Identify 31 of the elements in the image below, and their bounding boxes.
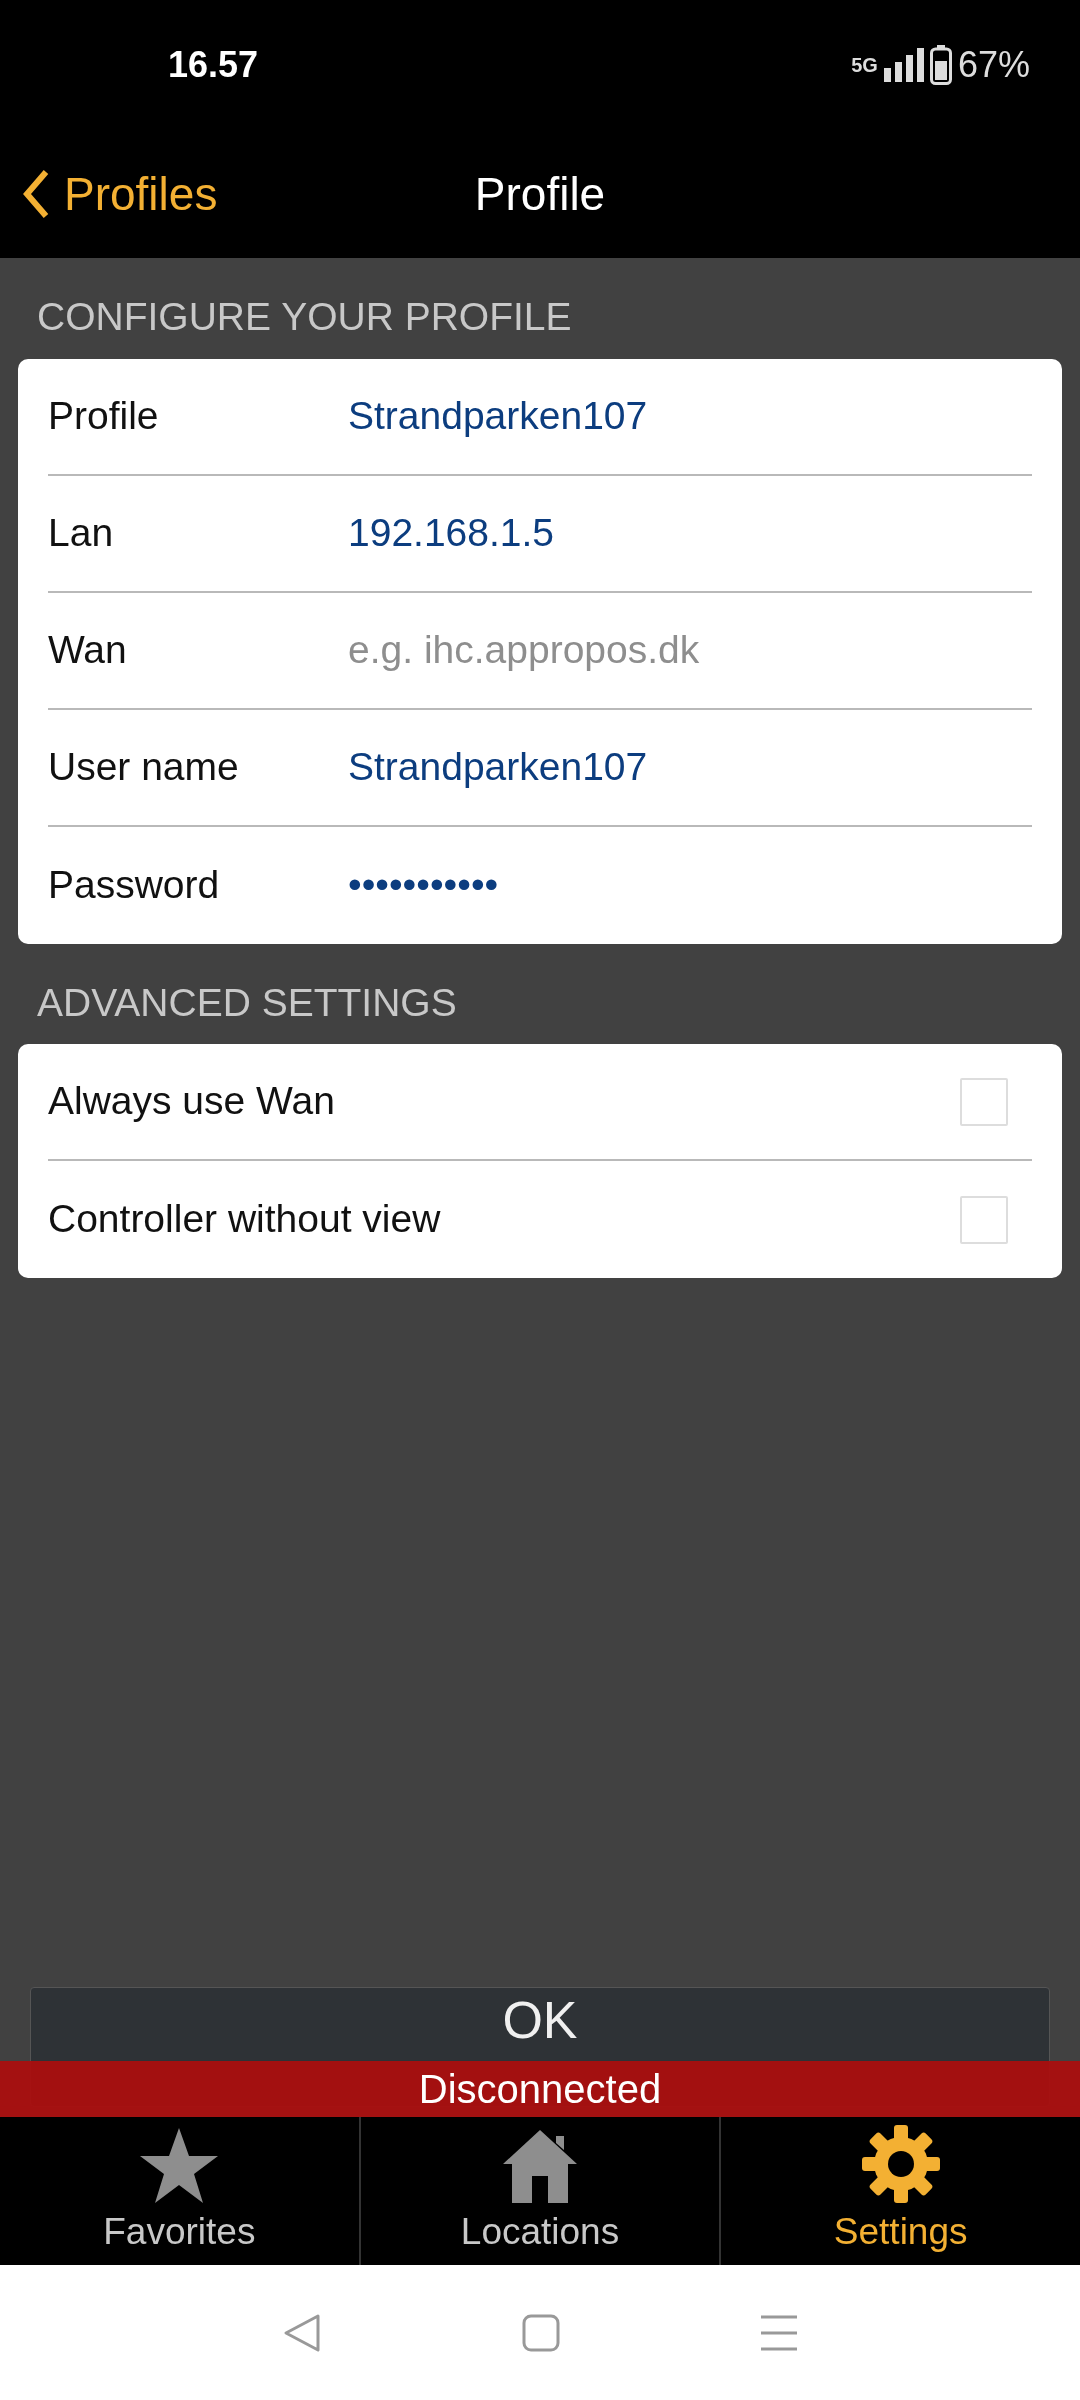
back-icon[interactable]: [282, 2312, 322, 2353]
input-field[interactable]: e.g. ihc.appropos.dk: [348, 620, 1032, 680]
input-field[interactable]: Strandparken107: [348, 737, 1032, 797]
field-label: Profile: [48, 392, 160, 439]
network-type: 5G: [851, 53, 878, 78]
checkbox[interactable]: [960, 1077, 1008, 1126]
field-label: Password: [48, 861, 221, 908]
field-label: Wan: [48, 626, 128, 673]
signal-icon: [883, 48, 924, 82]
battery-icon: [929, 45, 952, 85]
field-label: Lan: [48, 509, 115, 556]
clock-time: 16.57: [168, 43, 259, 87]
home-icon[interactable]: [522, 2313, 560, 2352]
disconnected-toast: Disconnected: [0, 2061, 1080, 2117]
battery-percent: 67%: [957, 43, 1030, 87]
house-icon: [502, 2127, 578, 2204]
checkbox[interactable]: [960, 1195, 1008, 1244]
gear-icon: [860, 2123, 941, 2204]
section-header: CONFIGURE YOUR PROFILE: [36, 294, 573, 340]
page-title: Profile: [474, 167, 606, 220]
chevron-left-icon: [22, 169, 50, 219]
input-field[interactable]: •••••••••••: [348, 855, 1032, 915]
back-button[interactable]: Profiles: [22, 159, 218, 229]
tab[interactable]: Settings: [721, 2117, 1080, 2265]
input-field[interactable]: 192.168.1.5: [348, 503, 1032, 563]
section-header: ADVANCED SETTINGS: [36, 979, 458, 1026]
setting-label: Always use Wan: [48, 1078, 336, 1125]
setting-label: Controller without view: [48, 1196, 442, 1243]
field-label: User name: [48, 743, 240, 790]
input-field[interactable]: Strandparken107: [348, 386, 1032, 446]
menu-icon[interactable]: [760, 2313, 798, 2352]
